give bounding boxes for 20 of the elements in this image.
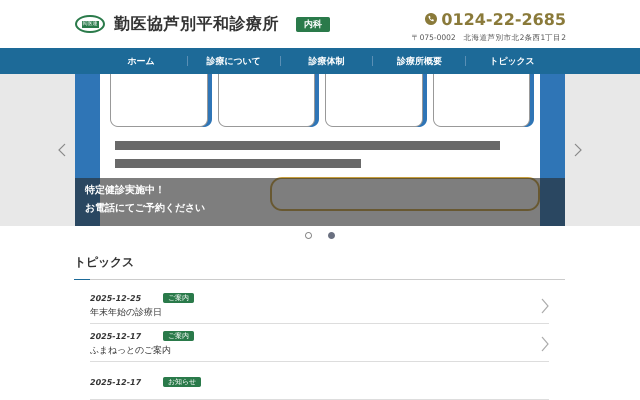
clinic-name[interactable]: 勤医協芦別平和診療所	[114, 14, 279, 34]
nav-link[interactable]: ホーム	[95, 54, 187, 68]
nav-link[interactable]: 診療所概要	[373, 54, 466, 68]
topic-date: 2025-12-17	[90, 378, 142, 386]
caption-text: 特定健診実施中！	[85, 184, 166, 198]
topic-date: 2025-12-25	[90, 294, 142, 302]
chevron-icon	[541, 298, 549, 314]
topic-title: ふまねっとのご案内	[90, 344, 172, 357]
slide-dot[interactable]	[305, 232, 312, 238]
nav-link[interactable]: トピックス	[466, 54, 558, 68]
chevron-icon	[541, 336, 549, 352]
topic-date: 2025-12-17	[90, 332, 142, 340]
topic-title: 年末年始の診療日	[90, 306, 163, 319]
nav-link[interactable]: 診療体制	[280, 54, 372, 68]
slide-dot[interactable]	[328, 232, 335, 238]
phone-number[interactable]: 0124-22-2685	[441, 10, 566, 28]
nav-link[interactable]: 診療について	[188, 54, 280, 68]
phone-icon	[425, 13, 438, 25]
section-heading: トピックス	[74, 254, 135, 271]
department-badge: 内科	[296, 16, 330, 32]
